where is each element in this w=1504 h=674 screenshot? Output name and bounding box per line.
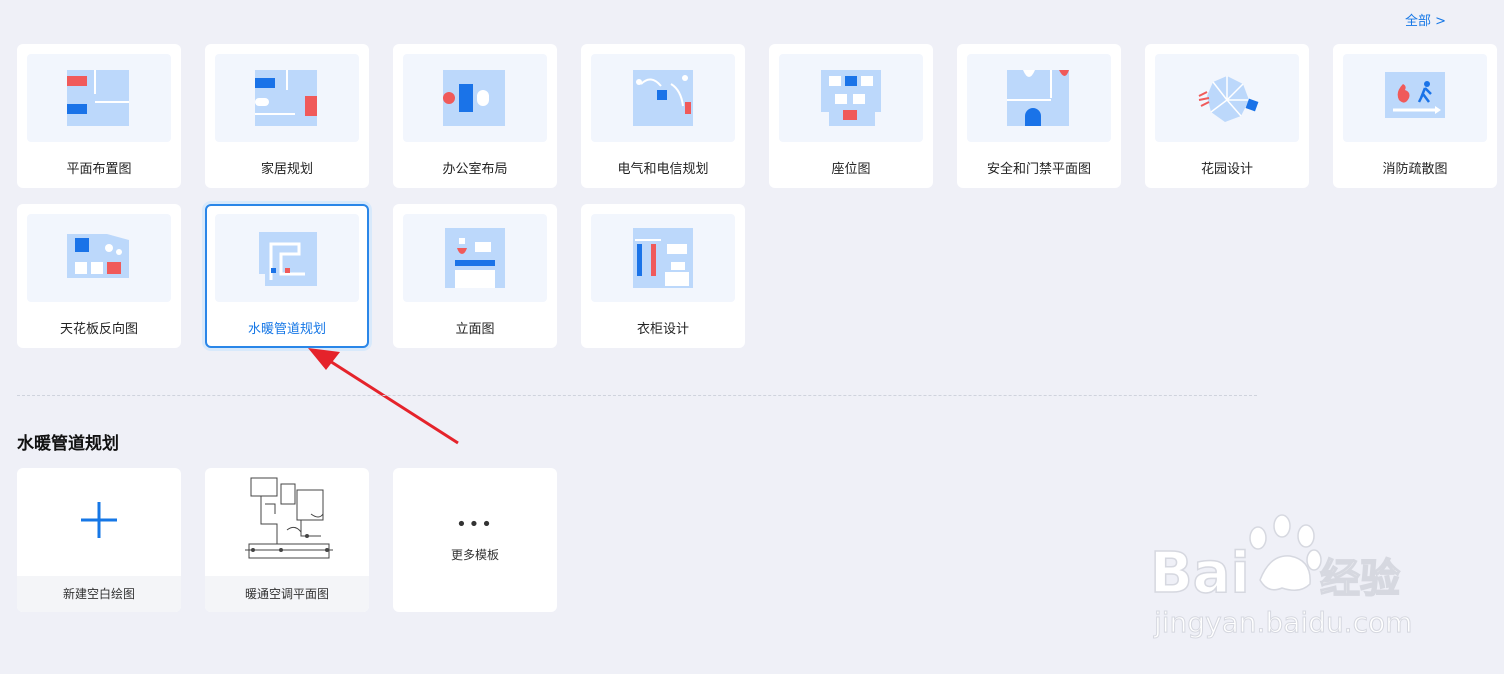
category-label: 消防疏散图 — [1382, 162, 1448, 177]
ceiling-plan-thumbnail — [27, 214, 171, 302]
category-label: 座位图 — [831, 162, 871, 177]
template-label: 暖通空调平面图 — [205, 576, 369, 612]
category-label: 水暖管道规划 — [247, 322, 326, 337]
category-card[interactable]: 平面布置图 — [17, 44, 181, 188]
category-card[interactable]: 电气和电信规划 — [581, 44, 745, 188]
category-card[interactable]: 家居规划 — [205, 44, 369, 188]
hvac-plan-preview — [245, 477, 333, 559]
category-label: 立面图 — [455, 322, 495, 337]
category-label: 家居规划 — [260, 162, 313, 177]
plumbing-plan-thumbnail — [215, 214, 359, 302]
category-card[interactable]: 办公室布局 — [393, 44, 557, 188]
svg-text:经验: 经验 — [1320, 556, 1400, 602]
svg-text:Bai: Bai — [1150, 541, 1250, 606]
office-layout-thumbnail — [403, 54, 547, 142]
elevation-thumbnail — [403, 214, 547, 302]
all-link[interactable]: 全部 > — [1405, 10, 1446, 29]
baidu-jingyan-watermark: Bai 经验 jingyan.baidu.com — [1150, 514, 1413, 640]
category-label: 电气和电信规划 — [617, 162, 709, 177]
template-card[interactable]: 暖通空调平面图 — [205, 468, 369, 612]
new-blank-drawing-card[interactable]: 新建空白绘图 — [17, 468, 181, 612]
garden-design-thumbnail — [1155, 54, 1299, 142]
more-dots-icon: ••• — [456, 514, 494, 535]
category-label: 平面布置图 — [66, 162, 132, 177]
category-card[interactable]: 安全和门禁平面图 — [957, 44, 1121, 188]
fire-evacuation-thumbnail — [1343, 54, 1487, 142]
section-title: 水暖管道规划 — [17, 434, 119, 454]
svg-text:jingyan.baidu.com: jingyan.baidu.com — [1153, 606, 1412, 639]
template-label: 新建空白绘图 — [17, 576, 181, 612]
category-label: 花园设计 — [1200, 162, 1253, 177]
security-plan-thumbnail — [967, 54, 1111, 142]
seating-chart-thumbnail — [779, 54, 923, 142]
category-card[interactable]: 座位图 — [769, 44, 933, 188]
more-templates-card[interactable]: ••• 更多模板 — [393, 468, 557, 612]
home-plan-thumbnail — [215, 54, 359, 142]
category-label: 衣柜设计 — [636, 322, 689, 337]
category-card[interactable]: 立面图 — [393, 204, 557, 348]
electrical-plan-thumbnail — [591, 54, 735, 142]
category-card-selected[interactable]: 水暖管道规划 — [205, 204, 369, 348]
plus-icon — [81, 502, 117, 538]
category-card[interactable]: 衣柜设计 — [581, 204, 745, 348]
wardrobe-design-thumbnail — [591, 214, 735, 302]
floor-plan-thumbnail — [27, 54, 171, 142]
category-card[interactable]: 花园设计 — [1145, 44, 1309, 188]
category-card[interactable]: 天花板反向图 — [17, 204, 181, 348]
more-templates-label: 更多模板 — [450, 548, 499, 562]
category-card[interactable]: 消防疏散图 — [1333, 44, 1497, 188]
category-label: 天花板反向图 — [59, 322, 138, 337]
category-label: 安全和门禁平面图 — [986, 162, 1091, 177]
category-label: 办公室布局 — [442, 162, 508, 177]
section-divider — [17, 395, 1257, 396]
